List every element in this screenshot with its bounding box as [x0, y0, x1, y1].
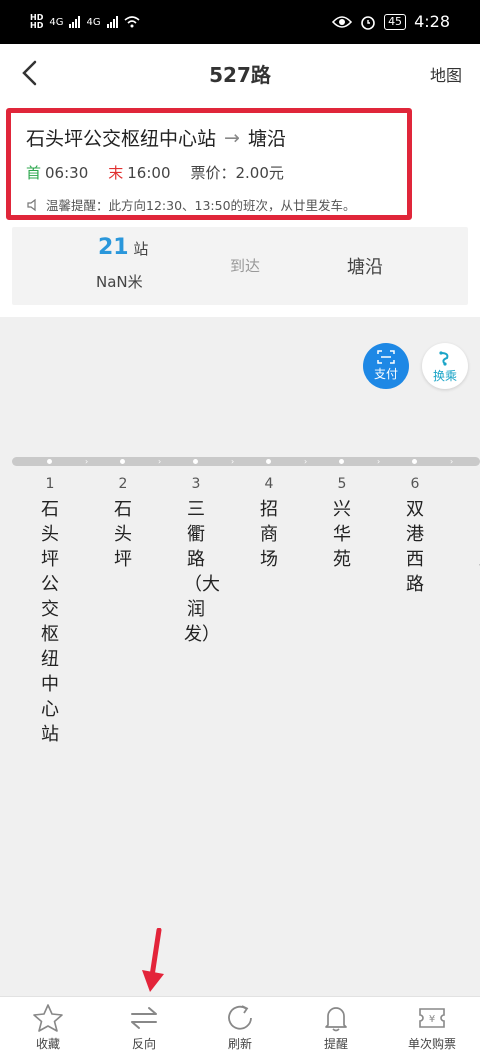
track-chevron: › — [231, 457, 235, 466]
reverse-icon — [131, 1007, 157, 1029]
stop-name: 宣家路口 — [476, 497, 480, 597]
stop-dot — [339, 459, 344, 464]
stop-dot — [412, 459, 417, 464]
refresh-icon — [228, 1005, 252, 1030]
nav-refresh[interactable]: 刷新 — [192, 997, 288, 1061]
stop-name: 双港西路 — [406, 499, 424, 595]
stop-number: 5 — [337, 476, 347, 492]
nav-favorite-label: 收藏 — [35, 1037, 60, 1051]
nav-reminder[interactable]: 提醒 — [288, 997, 384, 1061]
stop-number: 6 — [410, 476, 420, 492]
stop-number: 2 — [118, 476, 128, 492]
stop-name: 招商场 — [260, 499, 278, 570]
nav-reverse[interactable]: 反向 — [96, 997, 192, 1061]
track-chevron: › — [85, 457, 89, 466]
stop-dot — [120, 459, 125, 464]
track-chevron: › — [377, 457, 381, 466]
stop-number: 3 — [191, 476, 201, 492]
stop-number: 4 — [264, 476, 274, 492]
bell-icon — [325, 1007, 347, 1032]
stop-name: 石头坪公交枢纽中心站 — [41, 499, 59, 745]
stops-list: 1 石头坪公交枢纽中心站 › 2 石头坪 › 3 三衢路（大润发） › 4 招商场 › 5 兴华苑 › 6 双港… — [0, 0, 480, 990]
track-chevron: › — [158, 457, 162, 466]
star-icon — [33, 1004, 63, 1032]
stop-name: 兴华苑 — [333, 499, 351, 570]
stop-dot — [266, 459, 271, 464]
stop-number: 1 — [45, 476, 55, 492]
nav-refresh-label: 刷新 — [227, 1037, 252, 1051]
nav-ticket[interactable]: ¥ 单次购票 — [384, 997, 480, 1061]
red-arrow-annotation — [142, 928, 164, 992]
nav-reminder-label: 提醒 — [323, 1037, 348, 1051]
track-chevron: › — [304, 457, 308, 466]
nav-favorite[interactable]: 收藏 — [0, 997, 96, 1061]
ticket-icon: ¥ — [419, 1008, 445, 1028]
stop-name: 三衢路（大润发） — [184, 499, 220, 645]
stop-number: 7 — [468, 476, 480, 492]
nav-ticket-label: 单次购票 — [407, 1037, 456, 1051]
track-chevron: › — [450, 457, 454, 466]
stop-dot — [193, 459, 198, 464]
stop-name: 石头坪 — [114, 499, 132, 570]
svg-text:¥: ¥ — [429, 1014, 435, 1025]
bottom-nav: 收藏 反向 刷新 提醒 ¥ 单次购票 — [0, 996, 480, 1061]
stop-dot — [47, 459, 52, 464]
nav-reverse-label: 反向 — [131, 1037, 156, 1051]
